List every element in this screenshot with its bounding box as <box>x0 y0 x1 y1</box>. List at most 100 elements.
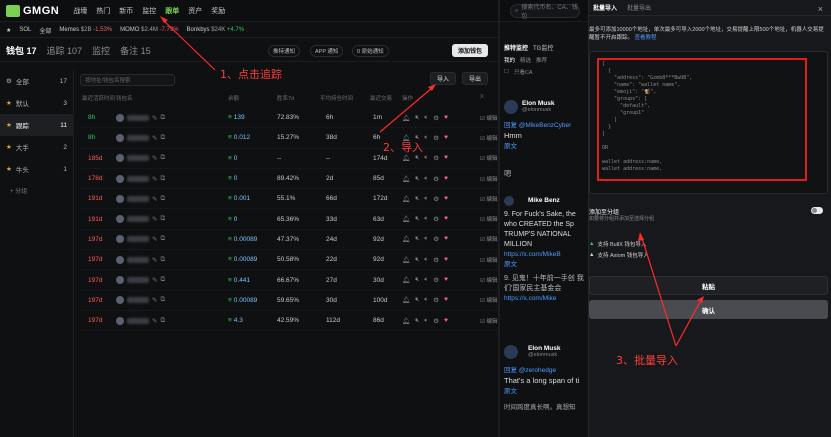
tweet-reply-to[interactable]: 回复 @zerohedge <box>504 364 590 374</box>
speaker-icon[interactable]: 🔈︎ <box>424 154 428 162</box>
heart-icon[interactable]: ♥ <box>444 235 448 243</box>
wallet-cell[interactable]: ✎ ⧉ <box>116 255 165 264</box>
nav-item-assets[interactable]: 资产 <box>188 6 202 16</box>
edit-x-link[interactable]: ☑ 编辑 <box>480 134 497 142</box>
wallet-cell[interactable]: ✎ ⧉ <box>116 113 165 122</box>
tweet-link[interactable]: https://x.com/MikeB <box>504 250 590 260</box>
bell-icon[interactable]: 🔔︎ <box>402 215 410 223</box>
column-header[interactable]: 平均持仓时间 <box>320 94 353 102</box>
raw-notify-chip[interactable]: 0 原始通知 <box>352 45 389 57</box>
settings-icon[interactable]: ⚙ <box>433 317 439 325</box>
wallet-cell[interactable]: ✎ ⧉ <box>116 316 165 325</box>
option-bullx[interactable]: ▲ 支持 BullX 钱包导入 <box>589 240 646 248</box>
edit-icon[interactable]: ✎ <box>152 134 157 142</box>
table-row[interactable]: 191d ✎ ⧉ ≡ 0.001 55.1% 66d 172d 🔔︎ 🔇︎ 🔈︎ … <box>80 189 500 210</box>
close-icon[interactable]: × <box>818 4 823 14</box>
column-header[interactable]: 余额 <box>228 94 239 102</box>
mute-icon[interactable]: 🔇︎ <box>415 235 419 243</box>
edit-icon[interactable]: ✎ <box>152 296 157 304</box>
bell-icon[interactable]: 🔔︎ <box>402 235 410 243</box>
column-header[interactable]: 最近活跃时间 <box>82 94 115 102</box>
mute-icon[interactable]: 🔇︎ <box>415 296 419 304</box>
nav-item-trending[interactable]: 热门 <box>96 6 110 16</box>
nav-item-new[interactable]: 新币 <box>119 6 133 16</box>
heart-icon[interactable]: ♥ <box>444 317 448 325</box>
tab-batch-import[interactable]: 批量导入 <box>593 3 617 12</box>
mute-icon[interactable]: 🔇︎ <box>415 317 419 325</box>
settings-icon[interactable]: ⚙ <box>433 134 439 142</box>
copy-icon[interactable]: ⧉ <box>160 195 165 203</box>
copy-icon[interactable]: ⧉ <box>160 296 165 304</box>
group-item-whale[interactable]: ★ 大手 2 <box>0 136 73 158</box>
tab-monitor[interactable]: 监控 <box>92 44 110 57</box>
heart-icon[interactable]: ♥ <box>444 256 448 264</box>
speaker-icon[interactable]: 🔈︎ <box>424 256 428 264</box>
nav-item-follow[interactable]: 跟单 <box>165 6 179 16</box>
settings-icon[interactable]: ⚙ <box>433 195 439 203</box>
edit-x-link[interactable]: ☑ 编辑 <box>480 235 497 243</box>
heart-icon[interactable]: ♥ <box>444 154 448 162</box>
export-button[interactable]: 导出 <box>462 72 488 85</box>
speaker-icon[interactable]: 🔈︎ <box>424 114 428 122</box>
add-group-button[interactable]: + 分组 <box>0 186 73 195</box>
heart-icon[interactable]: ♥ <box>444 114 448 122</box>
wallet-cell[interactable]: ✎ ⧉ <box>116 174 165 183</box>
tweet-source-link[interactable]: 原文 <box>504 260 590 270</box>
table-row[interactable]: 178d ✎ ⧉ ≡ 0 89.42% 2d 85d 🔔︎ 🔇︎ 🔈︎ ⚙ ♥ ☑… <box>80 169 500 190</box>
copy-icon[interactable]: ⧉ <box>160 134 165 142</box>
table-row[interactable]: 8h ✎ ⧉ ≡ 0.012 15.27% 38d 6h 🔔︎ 🔇︎ 🔈︎ ⚙ ♥… <box>80 128 500 149</box>
ticker-filter[interactable]: 全部 <box>39 26 51 35</box>
paste-button[interactable]: 粘贴 <box>589 276 828 295</box>
import-textarea[interactable]: [ { "address": "Gzmb8***BwUB", "name": "… <box>589 51 828 194</box>
settings-icon[interactable]: ⚙ <box>433 276 439 284</box>
chain-selector[interactable]: SOL <box>19 27 31 33</box>
tab-track[interactable]: 追踪 107 <box>47 44 83 57</box>
mute-icon[interactable]: 🔇︎ <box>415 154 419 162</box>
speaker-icon[interactable]: 🔈︎ <box>424 317 428 325</box>
tab-notes[interactable]: 备注 15 <box>120 44 151 57</box>
table-row[interactable]: 185d ✎ ⧉ ≡ 0 -- -- 174d 🔔︎ 🔇︎ 🔈︎ ⚙ ♥ ☑ 编辑 <box>80 149 500 169</box>
wallet-cell[interactable]: ✎ ⧉ <box>116 194 165 203</box>
edit-icon[interactable]: ✎ <box>152 276 157 284</box>
bell-icon[interactable]: 🔔︎ <box>402 195 410 203</box>
bell-icon[interactable]: 🔔︎ <box>402 175 410 183</box>
nav-item-trenches[interactable]: 战壕 <box>73 6 87 16</box>
group-item-bull[interactable]: ★ 牛头 1 <box>0 158 73 180</box>
add-to-group-toggle[interactable] <box>811 207 823 214</box>
table-row[interactable]: 191d ✎ ⧉ ≡ 0 65.36% 33d 63d 🔔︎ 🔇︎ 🔈︎ ⚙ ♥ … <box>80 209 500 230</box>
column-header[interactable]: 钱包名 <box>116 94 133 102</box>
settings-icon[interactable]: ⚙ <box>433 114 439 122</box>
speaker-icon[interactable]: 🔈︎ <box>424 195 428 203</box>
table-row[interactable]: 8h ✎ ⧉ ≡ 139 72.83% 6h 1m 🔔︎ 🔇︎ 🔈︎ ⚙ ♥ ☑ … <box>80 108 500 129</box>
edit-icon[interactable]: ✎ <box>152 175 157 183</box>
search-input[interactable]: ⌕ 搜索代币名、CA、钱包 <box>510 4 580 20</box>
subtab-recommended[interactable]: 推荐 <box>536 56 547 64</box>
wallet-cell[interactable]: ✎ ⧉ <box>116 215 165 224</box>
speaker-icon[interactable]: 🔈︎ <box>424 134 428 142</box>
edit-x-link[interactable]: ☑ 编辑 <box>480 114 497 122</box>
heart-icon[interactable]: ♥ <box>444 175 448 183</box>
bell-icon[interactable]: 🔔︎ <box>402 317 410 325</box>
mute-icon[interactable]: 🔇︎ <box>415 114 419 122</box>
edit-icon[interactable]: ✎ <box>152 235 157 243</box>
edit-icon[interactable]: ✎ <box>152 215 157 223</box>
heart-icon[interactable]: ♥ <box>444 296 448 304</box>
tweet-card[interactable]: Elon Musk @elonmusk 回复 @zerohedge That's… <box>504 345 590 435</box>
wallet-search-input[interactable]: 按地址/钱包名搜索 <box>80 74 175 86</box>
edit-icon[interactable]: ✎ <box>152 195 157 203</box>
edit-x-link[interactable]: ☑ 编辑 <box>480 215 497 223</box>
confirm-button[interactable]: 确认 <box>589 300 828 319</box>
wallet-cell[interactable]: ✎ ⧉ <box>116 133 165 142</box>
edit-x-link[interactable]: ☑ 编辑 <box>480 256 497 264</box>
settings-icon[interactable]: ⚙ <box>433 296 439 304</box>
group-item-default[interactable]: ★ 默认 3 <box>0 92 73 114</box>
settings-icon[interactable]: ⚙ <box>433 175 439 183</box>
mute-icon[interactable]: 🔇︎ <box>415 175 419 183</box>
table-row[interactable]: 197d ✎ ⧉ ≡ 0.00089 59.65% 30d 100d 🔔︎ 🔇︎ … <box>80 291 500 311</box>
edit-icon[interactable]: ✎ <box>152 114 157 122</box>
ca-filter[interactable]: ☐ 只看CA <box>500 66 590 78</box>
copy-icon[interactable]: ⧉ <box>160 175 165 183</box>
tweet-card[interactable]: Elon Musk @elonmusk 回复 @MikeBenzCyber Hm… <box>504 100 590 160</box>
speaker-icon[interactable]: 🔈︎ <box>424 296 428 304</box>
heart-icon[interactable]: ♥ <box>444 276 448 284</box>
